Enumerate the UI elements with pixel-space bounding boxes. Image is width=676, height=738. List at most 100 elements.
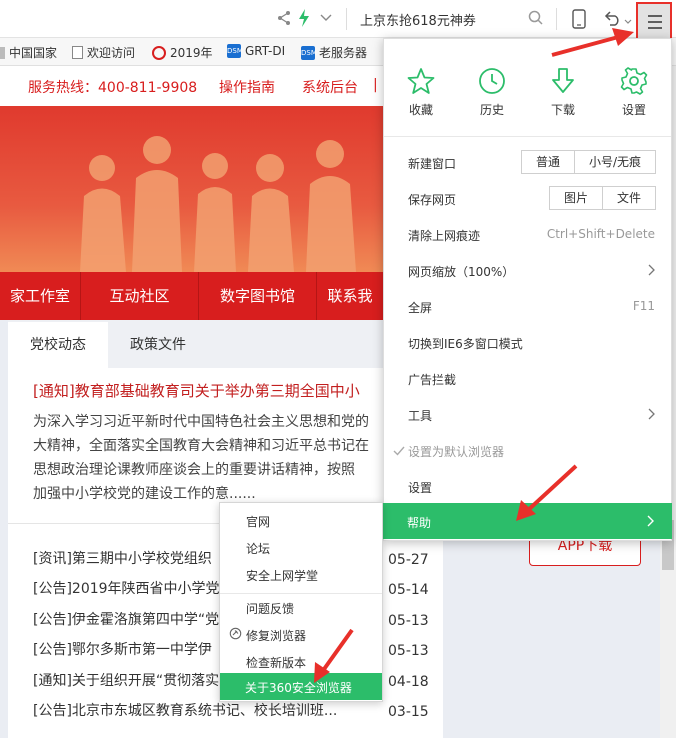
menu-download[interactable]: 下载: [537, 67, 589, 118]
hamburger-icon: [648, 15, 662, 29]
save-image-button[interactable]: 图片: [549, 186, 603, 210]
submenu-feedback[interactable]: 问题反馈: [246, 600, 294, 617]
news-row[interactable]: [公告]伊金霍洛旗第四中学“党: [33, 609, 219, 629]
star-icon: [407, 68, 435, 94]
tab-party-news[interactable]: 党校动态: [8, 322, 108, 368]
nav-item[interactable]: 互动社区: [81, 272, 199, 320]
chevron-down-icon[interactable]: [320, 12, 332, 27]
bookmark-label: 2019年: [170, 46, 213, 60]
divider: [556, 8, 557, 30]
submenu-about-label: 关于360安全浏览器: [245, 681, 352, 695]
news-row[interactable]: [公告]鄂尔多斯市第一中学伊: [33, 639, 212, 659]
menu-settings-label: 设置: [621, 103, 646, 117]
lightning-icon[interactable]: [298, 9, 310, 31]
dsm-icon: DSM: [301, 45, 317, 60]
chevron-down-icon[interactable]: [624, 14, 632, 29]
check-icon: [393, 446, 405, 456]
new-window-incognito-button[interactable]: 小号/无痕: [574, 150, 656, 174]
menu-adblock[interactable]: 广告拦截: [408, 371, 456, 388]
bookmark-item[interactable]: 欢迎访问: [72, 44, 135, 61]
menu-history-label: 历史: [479, 103, 504, 117]
bookmark-label: 中国国家: [9, 46, 58, 60]
divider: [220, 593, 382, 594]
headline-summary: 为深入学习习近平新时代中国特色社会主义思想和党的 大精神，全面落实全国教育大会精…: [33, 410, 383, 506]
menu-help[interactable]: 帮助: [383, 503, 672, 539]
divider: [384, 136, 671, 137]
repair-icon: [229, 627, 242, 640]
undo-icon[interactable]: [603, 10, 623, 30]
news-row[interactable]: [公告]2019年陕西省中小学党: [33, 578, 220, 598]
chevron-right-icon: [648, 408, 655, 420]
bookmark-item[interactable]: 中国国家: [0, 44, 57, 61]
submenu-check-update[interactable]: 检查新版本: [246, 654, 306, 671]
guide-link[interactable]: 操作指南: [219, 77, 275, 97]
news-date: 05-13: [388, 613, 429, 629]
menu-history[interactable]: 历史: [466, 67, 518, 118]
clock-icon: [479, 68, 505, 94]
seal-icon: [152, 45, 166, 60]
share-icon[interactable]: [277, 10, 291, 30]
menu-new-window[interactable]: 新建窗口: [408, 155, 456, 172]
folder-icon: [0, 46, 5, 59]
bookmark-label: 欢迎访问: [87, 46, 136, 60]
menu-settings[interactable]: 设置: [608, 67, 660, 118]
gear-icon: [620, 67, 648, 95]
chevron-right-icon: [647, 515, 654, 527]
menu-ie6-mode[interactable]: 切换到IE6多窗口模式: [408, 335, 523, 352]
divider: [346, 8, 347, 30]
menu-default-browser[interactable]: 设置为默认浏览器: [408, 443, 504, 460]
menu-tools[interactable]: 工具: [408, 407, 432, 424]
menu-save-page[interactable]: 保存网页: [408, 191, 456, 208]
nav-item[interactable]: 联系我: [317, 272, 383, 320]
menu-fullscreen[interactable]: 全屏: [408, 299, 432, 316]
help-submenu: 官网 论坛 安全上网学堂 问题反馈 修复浏览器 检查新版本: [219, 502, 383, 702]
news-date: 05-27: [388, 552, 429, 568]
separator: |: [373, 77, 378, 93]
submenu-safety-school[interactable]: 安全上网学堂: [246, 567, 318, 584]
dsm-icon: DSM: [227, 44, 243, 58]
summary-line: 思想政治理论课教师座谈会上的重要讲话精神，按照: [33, 462, 355, 478]
hotline-text: 服务热线：400-811-9908: [28, 80, 198, 96]
news-row[interactable]: [资讯]第三期中小学校党组织: [33, 548, 212, 568]
menu-download-label: 下载: [550, 103, 575, 117]
nav-item[interactable]: 数字图书馆: [199, 272, 317, 320]
news-date: 05-13: [388, 643, 429, 659]
submenu-forum[interactable]: 论坛: [246, 540, 270, 557]
bookmark-item[interactable]: DSM GRT-DI: [227, 44, 285, 58]
submenu-official-site[interactable]: 官网: [246, 513, 270, 530]
tab-policy[interactable]: 政策文件: [108, 322, 208, 368]
menu-help-label: 帮助: [407, 516, 432, 530]
bookmark-label: GRT-DI: [245, 44, 286, 58]
bookmark-item[interactable]: DSM 老服务器: [301, 44, 367, 61]
main-menu: 收藏 历史 下载 设置 新建窗口 普通 小号/无痕 保存网页 图片 文件 清除上…: [383, 38, 672, 541]
news-row[interactable]: [公告]北京市东城区教育系统书记、校长培训班...: [33, 700, 337, 720]
submenu-about[interactable]: 关于360安全浏览器: [220, 673, 382, 700]
summary-line: 为深入学习习近平新时代中国特色社会主义思想和党的: [33, 414, 369, 430]
new-window-normal-button[interactable]: 普通: [521, 150, 575, 174]
admin-link[interactable]: 系统后台: [302, 77, 358, 97]
phone-icon[interactable]: [572, 9, 586, 33]
search-hint[interactable]: 上京东抢618元神券: [360, 10, 476, 29]
fullscreen-shortcut: F11: [632, 299, 655, 313]
download-icon: [552, 68, 574, 93]
browser-toolbar: 上京东抢618元神券: [0, 0, 676, 54]
bookmark-item[interactable]: 2019年: [152, 44, 213, 61]
news-date: 05-14: [388, 582, 429, 598]
news-date: 04-18: [388, 674, 429, 690]
doc-icon: [72, 46, 83, 59]
menu-favorites-label: 收藏: [408, 103, 433, 117]
menu-clear-traces[interactable]: 清除上网痕迹: [408, 227, 480, 244]
search-icon[interactable]: [528, 10, 544, 30]
chevron-right-icon: [648, 264, 655, 276]
menu-zoom[interactable]: 网页缩放（100%）: [408, 263, 514, 280]
summary-line: 大精神，全面落实全国教育大会精神和习近平总书记在: [33, 438, 369, 454]
nav-item[interactable]: 家工作室: [0, 272, 81, 320]
menu-settings-text[interactable]: 设置: [408, 479, 432, 496]
headline-link[interactable]: [通知]教育部基础教育司关于举办第三期全国中小: [33, 380, 360, 401]
menu-favorites[interactable]: 收藏: [395, 67, 447, 118]
news-date: 03-15: [388, 704, 429, 720]
clear-shortcut: Ctrl+Shift+Delete: [546, 227, 655, 241]
news-row[interactable]: [通知]关于组织开展“贯彻落实: [33, 670, 219, 690]
save-file-button[interactable]: 文件: [602, 186, 656, 210]
submenu-repair[interactable]: 修复浏览器: [246, 627, 306, 644]
